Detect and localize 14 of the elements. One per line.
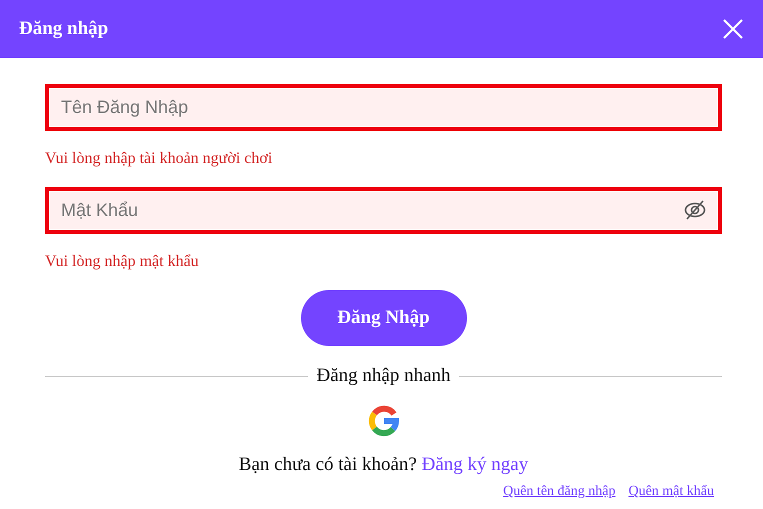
error-message: Vui lòng nhập tài khoản người chơi bbox=[45, 149, 274, 169]
login-button[interactable]: Đăng Nhập bbox=[300, 290, 466, 346]
close-button[interactable] bbox=[722, 18, 744, 40]
dialog-title: Đăng nhập bbox=[19, 16, 108, 41]
username-field[interactable]: Tên Đăng Nhập bbox=[45, 84, 722, 131]
google-icon[interactable] bbox=[368, 404, 400, 436]
quick-login-label: Đăng nhập nhanh bbox=[316, 364, 451, 388]
signup-prompt: Bạn chưa có tài khoản? Đăng ký ngay bbox=[238, 452, 530, 476]
eye-slash-icon[interactable] bbox=[684, 199, 706, 221]
password-field[interactable]: Mật Khẩu bbox=[45, 187, 722, 234]
forgot-username-link[interactable]: Quên tên đăng nhập bbox=[503, 481, 616, 502]
signup-link[interactable]: Đăng ký ngay bbox=[422, 454, 528, 474]
error-message: Vui lòng nhập mật khẩu bbox=[45, 252, 200, 272]
forgot-password-link[interactable]: Quên mật khẩu bbox=[628, 481, 714, 502]
